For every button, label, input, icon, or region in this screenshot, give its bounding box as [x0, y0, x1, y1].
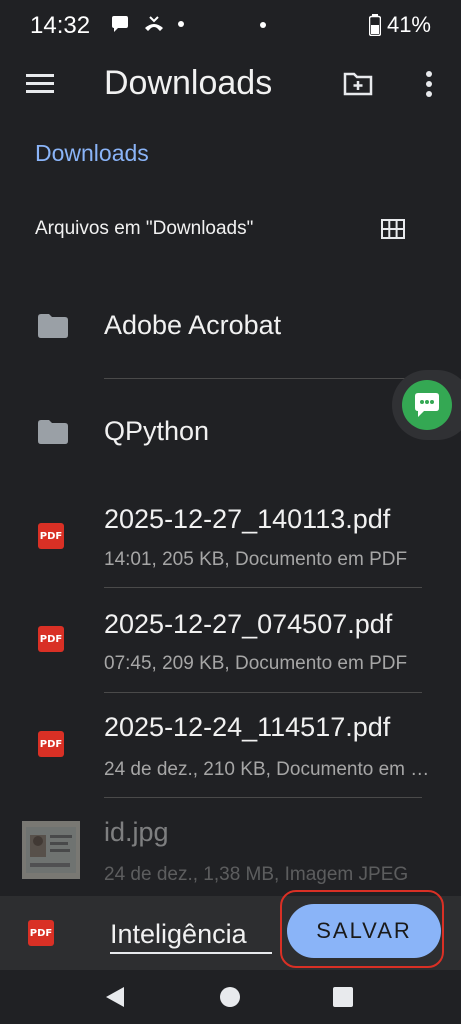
- hamburger-menu-icon[interactable]: [26, 72, 54, 94]
- save-button[interactable]: SALVAR: [287, 904, 441, 958]
- chat-notification-icon: [112, 16, 128, 32]
- item-title: Adobe Acrobat: [104, 310, 282, 340]
- image-thumbnail: [22, 821, 80, 879]
- battery-percent: 41%: [386, 12, 431, 37]
- status-time: 14:32: [30, 12, 91, 39]
- divider: [104, 797, 422, 798]
- pdf-file-icon: PDF: [38, 523, 64, 549]
- grid-view-icon[interactable]: [381, 219, 405, 239]
- folder-icon: [38, 314, 68, 338]
- divider: [104, 378, 422, 379]
- list-item[interactable]: PDF 2025-12-27_074507.pdf 07:45, 209 KB,…: [0, 592, 461, 692]
- back-icon[interactable]: [106, 987, 126, 1007]
- floating-chat-bubble[interactable]: [392, 370, 461, 440]
- pdf-file-icon: PDF: [38, 626, 64, 652]
- breadcrumb[interactable]: Downloads: [35, 140, 149, 167]
- item-details: 14:01, 205 KB, Documento em PDF: [104, 549, 408, 570]
- new-folder-icon[interactable]: [343, 70, 373, 96]
- battery-icon: [368, 14, 381, 36]
- home-icon[interactable]: [220, 987, 240, 1007]
- app-bar: Downloads: [0, 52, 461, 116]
- item-title: 2025-12-24_114517.pdf: [104, 712, 391, 742]
- divider: [104, 692, 422, 693]
- list-item[interactable]: PDF 2025-12-24_114517.pdf 24 de dez., 21…: [0, 698, 461, 798]
- page-title: Downloads: [104, 64, 273, 102]
- pdf-file-icon: PDF: [28, 920, 54, 946]
- item-title: QPython: [104, 416, 210, 446]
- list-item[interactable]: PDF 2025-12-27_140113.pdf 14:01, 205 KB,…: [0, 486, 461, 586]
- item-title: id.jpg: [104, 817, 169, 847]
- item-details: 24 de dez., 210 KB, Documento em PDF: [104, 759, 434, 780]
- navigation-bar: [0, 970, 461, 1024]
- notification-dot-icon: [178, 21, 184, 27]
- filename-input[interactable]: [110, 916, 272, 954]
- item-title: 2025-12-27_074507.pdf: [104, 609, 393, 639]
- divider: [104, 587, 422, 588]
- status-bar: 14:32 41%: [0, 0, 461, 52]
- chat-bubble-icon: [402, 380, 452, 430]
- item-title: 2025-12-27_140113.pdf: [104, 504, 391, 534]
- item-details: 07:45, 209 KB, Documento em PDF: [104, 653, 408, 674]
- list-item[interactable]: id.jpg 24 de dez., 1,38 MB, Imagem JPEG: [0, 805, 461, 895]
- folder-icon: [38, 420, 68, 444]
- section-header: Arquivos em "Downloads": [35, 218, 254, 239]
- more-options-icon[interactable]: [425, 70, 433, 98]
- item-details: 24 de dez., 1,38 MB, Imagem JPEG: [104, 864, 409, 885]
- notification-dot-icon: [260, 22, 266, 28]
- recent-apps-icon[interactable]: [333, 987, 353, 1007]
- list-item[interactable]: Adobe Acrobat: [0, 290, 461, 378]
- missed-call-icon: [145, 16, 163, 31]
- pdf-file-icon: PDF: [38, 731, 64, 757]
